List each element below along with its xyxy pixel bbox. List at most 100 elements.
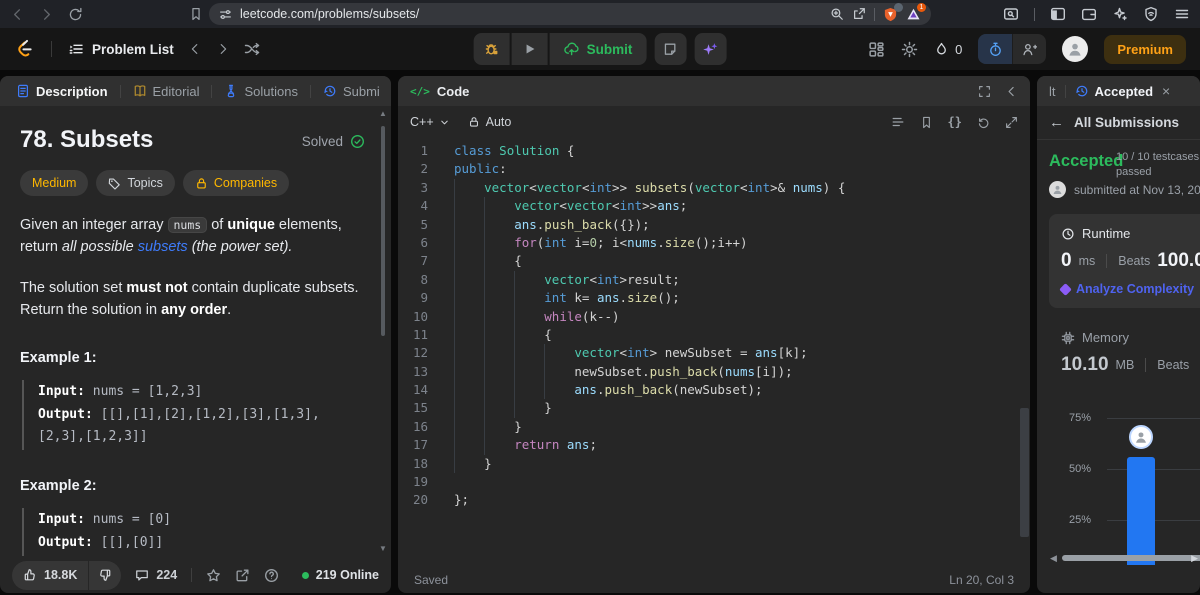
gridline-label-25: 25% [1069, 514, 1092, 526]
editor-scrollbar-thumb[interactable] [1020, 408, 1029, 537]
expand-editor-icon[interactable] [1005, 116, 1018, 129]
difficulty-badge[interactable]: Medium [20, 170, 89, 196]
companies-badge[interactable]: Companies [182, 170, 290, 196]
help-button[interactable] [264, 568, 279, 583]
tab-accepted[interactable]: Accepted [1075, 84, 1153, 99]
browser-toolbar: leetcode.com/problems/subsets/ 1 [0, 0, 1200, 28]
debug-button[interactable] [473, 33, 510, 65]
memory-block[interactable]: Memory 10.10 MB Beats [1049, 330, 1200, 376]
favorite-star-button[interactable] [206, 568, 221, 583]
scroll-left-icon[interactable]: ◀ [1050, 553, 1057, 563]
share-problem-button[interactable] [235, 568, 250, 583]
invite-user-button[interactable] [1012, 34, 1046, 64]
vote-group: 18.8K [12, 560, 122, 590]
editor-code[interactable]: class Solution {public: vector<vector<int… [454, 142, 1030, 567]
tab-truncated[interactable]: lt [1049, 84, 1056, 99]
description-scrollbar[interactable]: ▲ ▼ [378, 110, 388, 553]
topics-badge[interactable]: Topics [96, 170, 175, 196]
chart-horizontal-scrollbar[interactable]: ◀ ▶ [1049, 553, 1200, 563]
timer-button[interactable] [978, 34, 1013, 64]
zoom-page-icon[interactable] [830, 7, 844, 21]
comments-button[interactable]: 224 [135, 568, 177, 582]
dislike-button[interactable] [89, 560, 122, 590]
privacy-shield-icon[interactable] [1143, 6, 1159, 22]
cursor-position[interactable]: Ln 20, Col 3 [949, 573, 1014, 587]
scroll-up-icon[interactable]: ▲ [379, 110, 387, 118]
runtime-value: 0 [1061, 250, 1072, 271]
leetcode-navbar: Problem List Submit 0 Premium [0, 28, 1200, 70]
address-bar[interactable]: leetcode.com/problems/subsets/ 1 [209, 2, 931, 25]
wallet-icon[interactable] [1081, 6, 1097, 22]
daily-streak[interactable]: 0 [934, 42, 962, 57]
collapse-panel-icon[interactable] [1005, 85, 1018, 98]
save-status: Saved [414, 573, 449, 587]
analyze-complexity-button[interactable]: Analyze Complexity [1059, 282, 1200, 296]
tab-solutions[interactable]: Solutions [220, 84, 301, 99]
memory-distribution-chart: 75% 50% 25% ◀ ▶ [1049, 390, 1200, 565]
extension-shield-icon[interactable] [883, 2, 903, 22]
divider [1106, 254, 1108, 268]
browser-back-button[interactable] [10, 7, 25, 22]
browser-reload-button[interactable] [68, 7, 83, 22]
example-1-heading: Example 1: [20, 349, 97, 366]
description-footer: 18.8K 224 219 Online [0, 557, 391, 593]
site-permissions-icon[interactable] [219, 8, 232, 21]
tab-submissions[interactable]: Submissions [319, 84, 379, 99]
bookmark-icon[interactable] [189, 7, 203, 21]
submitted-text: submitted at Nov 13, 20 [1074, 182, 1200, 197]
url-text[interactable]: leetcode.com/problems/subsets/ [240, 7, 822, 21]
like-button[interactable]: 18.8K [12, 560, 89, 590]
scroll-down-icon[interactable]: ▼ [379, 545, 387, 553]
language-selector[interactable]: C++ [410, 115, 450, 129]
divider [874, 7, 875, 21]
testcases-passed: 10 / 10 testcases passed [1116, 151, 1200, 178]
run-button[interactable] [511, 33, 548, 65]
comment-count: 224 [156, 568, 178, 582]
reset-code-icon[interactable] [977, 116, 990, 129]
settings-gear-icon[interactable] [901, 41, 918, 58]
user-avatar[interactable] [1062, 36, 1089, 62]
sidebar-toggle-icon[interactable] [1050, 6, 1066, 22]
example-1-block: Input: nums = [1,2,3] Output: [[],[1],[2… [22, 379, 327, 451]
browser-menu-icon[interactable] [1174, 6, 1190, 22]
share-icon[interactable] [852, 7, 866, 21]
random-problem-button[interactable] [244, 41, 260, 57]
next-problem-button[interactable] [216, 42, 230, 56]
code-editor[interactable]: 1 2 3 4 5 6 7 8 9 10 11 12 13 14 15 16 17 18 19 20 class So… [398, 138, 1030, 567]
leetcode-logo[interactable] [14, 38, 35, 60]
memory-bar[interactable] [1127, 457, 1155, 565]
bookmark-code-icon[interactable] [920, 116, 933, 129]
tab-description[interactable]: Description [12, 84, 112, 99]
auto-mode-selector[interactable]: Auto [468, 115, 511, 129]
runtime-card[interactable]: Runtime 0 ms Beats 100.00% Analyze Compl… [1049, 214, 1200, 308]
maximize-panel-icon[interactable] [978, 85, 991, 98]
problem-title: 78. Subsets [20, 126, 154, 153]
ai-assistant-button[interactable] [694, 33, 727, 65]
problem-list-button[interactable]: Problem List [68, 41, 174, 57]
all-submissions-link[interactable]: ← All Submissions [1037, 106, 1200, 140]
like-count: 18.8K [44, 568, 78, 582]
submit-button[interactable]: Submit [549, 33, 647, 65]
find-on-page-icon[interactable] [1003, 6, 1019, 22]
premium-button[interactable]: Premium [1104, 34, 1186, 64]
prev-problem-button[interactable] [188, 42, 202, 56]
hscroll-thumb[interactable] [1062, 555, 1200, 561]
scrollbar-thumb[interactable] [381, 126, 385, 336]
close-tab-icon[interactable]: × [1162, 84, 1170, 98]
description-panel: Description Editorial Solutions Submi 78… [0, 76, 391, 593]
description-tabbar: Description Editorial Solutions Submi [0, 76, 391, 106]
copilot-sparkle-icon[interactable] [1112, 6, 1128, 22]
extension-triangle-icon[interactable]: 1 [906, 2, 926, 22]
tab-editorial[interactable]: Editorial [129, 84, 204, 99]
scroll-right-icon[interactable]: ▶ [1191, 553, 1198, 563]
browser-forward-button[interactable] [39, 7, 54, 22]
format-code-icon[interactable] [891, 115, 905, 129]
layout-switcher-icon[interactable] [868, 41, 885, 58]
divider [309, 84, 311, 98]
submitter-avatar [1049, 181, 1066, 198]
screen: leetcode.com/problems/subsets/ 1 Problem… [0, 0, 1200, 595]
braces-icon[interactable]: {} [948, 115, 962, 129]
divider [1064, 84, 1066, 98]
notes-button[interactable] [654, 33, 687, 65]
memory-value: 10.10 [1061, 354, 1109, 375]
